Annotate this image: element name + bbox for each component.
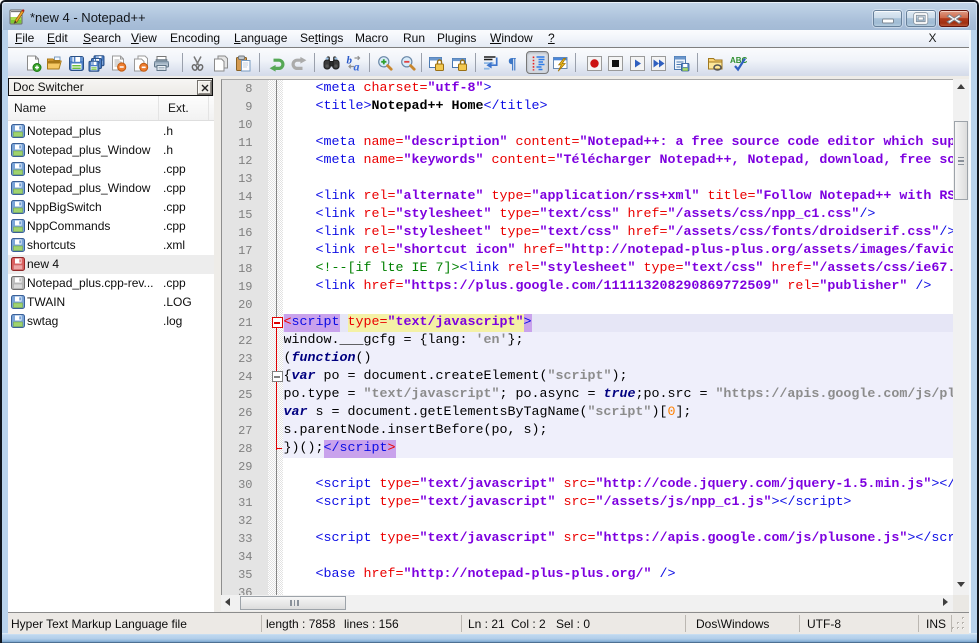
svg-text:b: b xyxy=(346,55,352,67)
svg-text:¶: ¶ xyxy=(508,56,517,73)
svg-text:a: a xyxy=(353,60,359,73)
